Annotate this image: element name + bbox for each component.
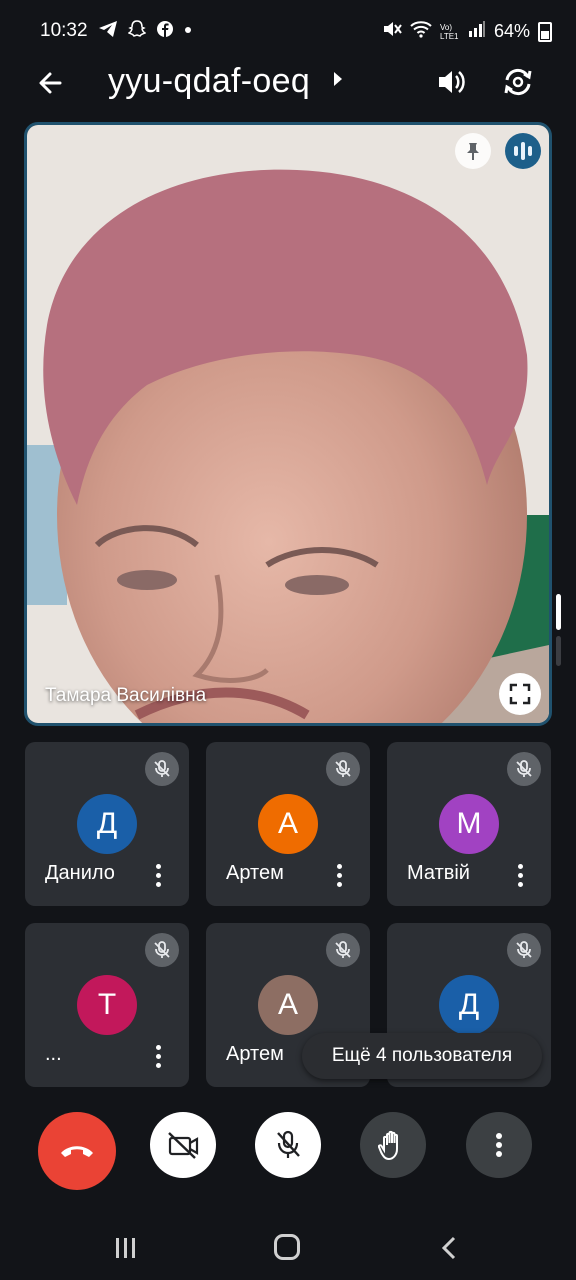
mute-vibrate-icon	[382, 20, 402, 43]
notification-icons	[98, 20, 192, 43]
more-participants-chip[interactable]: Ещё 4 пользователя	[302, 1033, 542, 1079]
more-options-icon[interactable]	[507, 860, 533, 890]
wifi-icon	[410, 20, 432, 43]
participant-name: Матвій	[407, 862, 470, 884]
snapchat-icon	[127, 20, 147, 43]
participant-video	[27, 125, 549, 723]
top-app-bar: yyu-qdaf-oeq	[0, 52, 576, 112]
system-navigation-bar	[0, 1216, 576, 1280]
mic-off-icon	[326, 752, 360, 786]
home-icon[interactable]	[274, 1234, 300, 1260]
chevron-right-icon[interactable]	[334, 72, 342, 86]
meeting-code[interactable]: yyu-qdaf-oeq	[108, 62, 310, 101]
recent-apps-icon[interactable]	[114, 1236, 138, 1260]
avatar: Д	[77, 794, 137, 854]
more-options-icon[interactable]	[326, 860, 352, 890]
participant-tile[interactable]: Т ...	[25, 923, 189, 1087]
network-label: Vo) LTE1	[439, 22, 459, 41]
participant-tile[interactable]: А Артем	[206, 742, 370, 906]
raise-hand-button[interactable]	[360, 1112, 426, 1178]
participant-name: ...	[45, 1043, 62, 1065]
status-right: Vo) LTE1 64%	[382, 20, 552, 43]
avatar: Т	[77, 975, 137, 1035]
avatar: М	[439, 794, 499, 854]
status-time: 10:32	[40, 20, 88, 41]
participant-tile[interactable]: М Матвій	[387, 742, 551, 906]
mic-off-icon	[145, 933, 179, 967]
back-icon[interactable]	[438, 1236, 462, 1260]
main-participant-name: Тамара Василівна	[45, 685, 207, 706]
scrollbar-thumb[interactable]	[556, 594, 561, 630]
main-video-tile[interactable]: Тамара Василівна	[24, 122, 552, 726]
mic-off-icon	[507, 752, 541, 786]
mic-off-button[interactable]	[255, 1112, 321, 1178]
participant-name: Артем	[226, 862, 284, 884]
end-call-button[interactable]	[38, 1112, 116, 1190]
participant-name: Артем	[226, 1043, 284, 1065]
avatar: А	[258, 975, 318, 1035]
mic-off-icon	[145, 752, 179, 786]
camera-off-button[interactable]	[150, 1112, 216, 1178]
fullscreen-icon[interactable]	[499, 673, 541, 715]
mic-off-icon	[326, 933, 360, 967]
speaking-indicator-icon	[505, 133, 541, 169]
pin-icon[interactable]	[455, 133, 491, 169]
switch-camera-icon[interactable]	[500, 64, 536, 100]
back-arrow-icon[interactable]	[34, 66, 68, 100]
scrollbar-track	[556, 636, 561, 666]
participant-tile[interactable]: Д Данило	[25, 742, 189, 906]
avatar: Д	[439, 975, 499, 1035]
more-options-icon[interactable]	[145, 1041, 171, 1071]
dot-icon	[184, 20, 192, 43]
battery-icon	[538, 21, 552, 42]
avatar: А	[258, 794, 318, 854]
battery-percent: 64%	[493, 21, 530, 41]
facebook-icon	[156, 20, 174, 43]
telegram-icon	[98, 20, 118, 43]
participant-name: Данило	[45, 862, 115, 884]
signal-icon	[468, 20, 486, 43]
more-options-icon[interactable]	[145, 860, 171, 890]
more-options-button[interactable]	[466, 1112, 532, 1178]
mic-off-icon	[507, 933, 541, 967]
speaker-icon[interactable]	[434, 64, 470, 100]
